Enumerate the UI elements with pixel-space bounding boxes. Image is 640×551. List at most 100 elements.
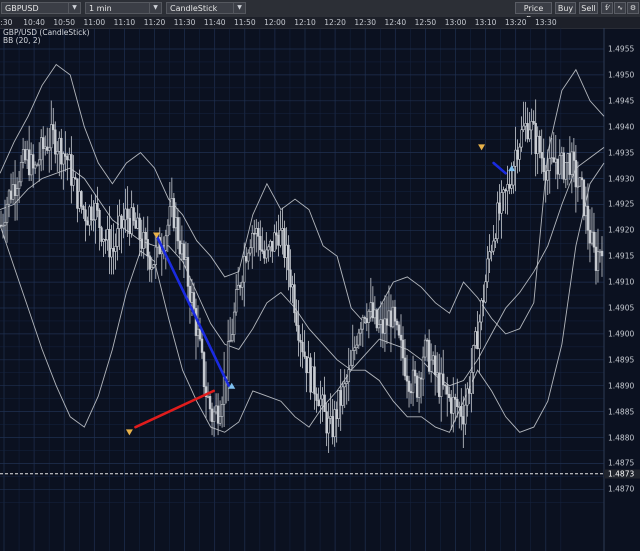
settings-icon[interactable]: ⚙ [627, 2, 639, 14]
candle-body [56, 151, 59, 155]
chart-type-select[interactable]: CandleStick ▼ [166, 2, 246, 14]
trend-line-red [134, 389, 215, 429]
candle-body [208, 396, 212, 410]
candle-body [112, 248, 115, 252]
candle-body [13, 184, 17, 196]
candle-body [198, 328, 202, 340]
candle-body [118, 215, 121, 229]
candle-body [222, 376, 226, 405]
candle-body [281, 228, 284, 231]
candle-body [259, 236, 262, 251]
price-chart[interactable] [0, 28, 640, 551]
time-tick-label: 12:00 [264, 18, 286, 27]
candle-body [283, 228, 286, 258]
candle-body [389, 310, 393, 328]
candle-body [319, 398, 322, 407]
candle-body [7, 190, 11, 205]
candle-body [486, 258, 489, 283]
candle-body [530, 121, 533, 131]
candle-body [554, 158, 557, 163]
candle-body [556, 158, 559, 175]
candle-body [172, 198, 176, 229]
candle-body [460, 406, 463, 417]
candle-body [194, 308, 198, 336]
candle-body [600, 250, 604, 257]
price-tick-label: 1.4955 [608, 44, 635, 54]
sell-button[interactable]: Sell [579, 2, 598, 14]
candle-body [60, 137, 63, 165]
candle-body [253, 232, 256, 235]
buy-button[interactable]: Buy [555, 2, 576, 14]
candle-body [546, 170, 549, 181]
candle-body [132, 207, 135, 221]
candle-body [498, 202, 501, 214]
candle-body [54, 129, 57, 155]
candle-body [234, 289, 238, 313]
candle-body [415, 375, 419, 398]
candle-body [243, 256, 246, 283]
candle-body [180, 243, 184, 255]
candle-body [50, 124, 53, 149]
candle-body [425, 339, 429, 342]
candle-body [86, 220, 89, 226]
candle-body [311, 366, 314, 393]
candle-body [236, 284, 240, 290]
candle-body [448, 393, 451, 399]
candle-body [355, 344, 358, 348]
candle-body [484, 281, 487, 303]
indicator-icon[interactable]: ∿ [614, 2, 626, 14]
chart-type-icon[interactable]: f⁄ [601, 2, 613, 14]
candle-body [48, 147, 51, 151]
candle-body [542, 157, 545, 172]
candle-body [313, 366, 316, 395]
chevron-down-icon: ▼ [233, 3, 245, 13]
candle-body [134, 220, 137, 229]
candle-body [136, 217, 139, 229]
candle-body [309, 357, 312, 393]
candle-body [285, 244, 288, 258]
candle-body [405, 375, 409, 382]
candle-body [570, 151, 574, 175]
candle-body [35, 164, 39, 167]
candle-body [216, 405, 220, 424]
interval-select[interactable]: 1 min ▼ [85, 2, 162, 14]
candle-body [261, 249, 264, 252]
candle-body [534, 122, 537, 154]
price-box-button[interactable]: Price Box [515, 2, 552, 24]
candle-body [241, 281, 244, 288]
candle-body [122, 219, 125, 229]
price-tick-label: 1.4880 [608, 433, 635, 442]
candle-body [520, 129, 523, 148]
candle-body [528, 129, 531, 140]
candle-body [287, 244, 290, 271]
price-tick-label: 1.4905 [608, 303, 635, 313]
candle-body [393, 306, 397, 322]
candle-body [391, 306, 395, 328]
time-tick-label: 13:30 [534, 18, 557, 27]
candle-body [590, 231, 594, 244]
candle-body [502, 189, 505, 193]
candle-body [580, 177, 584, 181]
candle-body [96, 202, 99, 211]
candle-body [500, 192, 503, 214]
candle-body [494, 238, 497, 242]
time-tick-label: 10:50 [53, 18, 75, 27]
candle-body [174, 217, 178, 229]
price-tick-label: 1.4920 [608, 225, 635, 235]
candle-body [341, 386, 344, 406]
candle-body [15, 188, 19, 196]
candle-body [94, 202, 97, 220]
candle-body [429, 359, 433, 372]
candle-body [305, 356, 308, 374]
candle-body [17, 181, 21, 190]
candle-body [385, 318, 389, 326]
candle-body [3, 222, 7, 226]
symbol-select[interactable]: GBPUSD ▼ [1, 2, 81, 14]
candle-body [403, 357, 407, 377]
candle-body [29, 154, 33, 176]
candle-body [371, 302, 375, 319]
candle-body [40, 137, 43, 161]
price-tick-label: 1.4925 [608, 199, 635, 209]
candle-body [295, 312, 298, 326]
candle-body [550, 157, 553, 160]
